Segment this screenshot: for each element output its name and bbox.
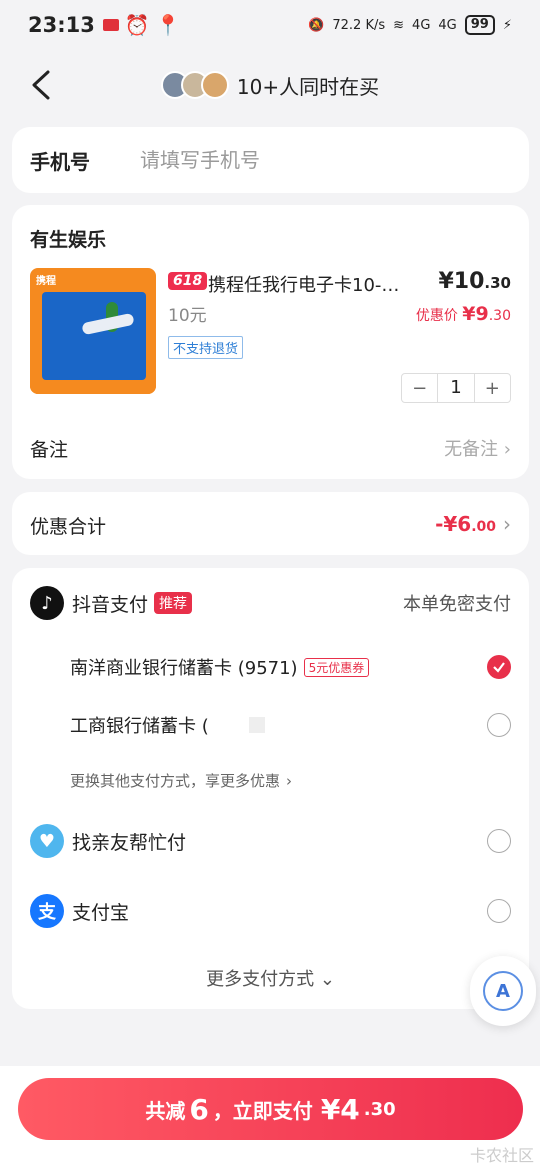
text-recognition-icon: A xyxy=(483,971,523,1011)
bank1-label: 南洋商业银行储蓄卡 (9571) xyxy=(70,658,298,679)
alipay-icon: 支 xyxy=(30,894,64,928)
heart-icon: ♥ xyxy=(30,824,64,858)
card-image xyxy=(42,292,146,380)
change-payment-link[interactable]: 更换其他支付方式，享更多优惠 › xyxy=(30,770,511,791)
radio-unselected[interactable] xyxy=(487,829,511,853)
douyin-pay-row[interactable]: ♪ 抖音支付 推荐 本单免密支付 xyxy=(30,586,511,620)
bank-card-nanyang[interactable]: 南洋商业银行储蓄卡 (9571) 5元优惠券 xyxy=(30,654,511,680)
chevron-right-icon: › xyxy=(503,439,511,460)
friend-pay-label: 找亲友帮忙付 xyxy=(72,831,187,854)
net-speed: 72.2 K/s xyxy=(332,17,386,33)
bottom-bar: 共减 6 ，立即支付 ¥4.30 卡农社区 xyxy=(0,1066,540,1170)
back-arrow-icon[interactable] xyxy=(28,68,58,102)
payment-methods-card: ♪ 抖音支付 推荐 本单免密支付 南洋商业银行储蓄卡 (9571) 5元优惠券 … xyxy=(12,568,529,1009)
increase-button[interactable]: + xyxy=(475,378,510,399)
remark-field[interactable]: 无备注 › xyxy=(444,435,511,461)
redacted-block xyxy=(248,717,265,733)
promo-618-tag: 618 xyxy=(168,272,208,290)
more-payment-methods[interactable]: 更多支付方式 ⌄ xyxy=(12,965,529,991)
buyer-avatars xyxy=(160,71,229,99)
radio-selected[interactable] xyxy=(487,655,511,679)
alipay-label: 支付宝 xyxy=(72,901,130,924)
signal-4g-1: 4G xyxy=(412,17,431,33)
thumb-logo: 携程 xyxy=(36,276,56,287)
alarm-icon: ⏰ xyxy=(124,13,150,37)
battery-icon: 99 xyxy=(464,15,495,35)
bank-card-icbc[interactable]: 工商银行储蓄卡 ( xyxy=(30,712,511,738)
pay-now-button[interactable]: 共减 6 ，立即支付 ¥4.30 xyxy=(18,1078,523,1140)
chevron-right-icon: › xyxy=(286,771,293,790)
product-spec: 10元 xyxy=(168,306,207,326)
product-title: 携程任我行电子卡10-… xyxy=(208,275,400,296)
phone-input[interactable] xyxy=(140,148,480,172)
remark-label: 备注 xyxy=(30,439,69,461)
phone-card: 手机号 xyxy=(12,127,529,193)
product-price: ¥10.30 xyxy=(438,269,511,294)
coupon-badge: 5元优惠券 xyxy=(303,657,370,677)
discount-label: 优惠合计 xyxy=(30,516,107,538)
phone-label: 手机号 xyxy=(30,149,90,174)
chevron-down-icon: ⌄ xyxy=(319,969,335,990)
check-icon xyxy=(493,662,505,673)
chevron-right-icon: › xyxy=(503,512,511,536)
page-title: 10+人同时在买 xyxy=(236,74,380,99)
douyin-pay-label: 抖音支付 xyxy=(72,593,149,616)
douyin-icon: ♪ xyxy=(30,586,64,620)
top-nav: 10+人同时在买 xyxy=(0,50,540,120)
password-free-note: 本单免密支付 xyxy=(403,594,511,615)
discount-price: 优惠价 ¥9.30 xyxy=(415,303,511,325)
no-return-badge: 不支持退货 xyxy=(168,336,244,359)
alipay-row[interactable]: 支 支付宝 xyxy=(30,894,511,928)
shop-name: 有生娱乐 xyxy=(30,229,107,251)
decrease-button[interactable]: − xyxy=(402,378,437,399)
charging-icon: ⚡ xyxy=(502,17,512,33)
quantity-stepper: − 1 + xyxy=(401,373,511,403)
location-icon: 📍 xyxy=(155,13,181,37)
watermark: 卡农社区 xyxy=(469,1146,534,1165)
discount-summary[interactable]: 优惠合计 -¥6.00 › xyxy=(12,492,529,555)
quantity-value[interactable]: 1 xyxy=(437,374,475,402)
bank2-label: 工商银行储蓄卡 ( xyxy=(70,716,209,737)
floating-scan-button[interactable]: A xyxy=(470,956,536,1026)
recommend-badge: 推荐 xyxy=(154,592,193,614)
order-card: 有生娱乐 携程 618 携程任我行电子卡10-… ¥10.30 10元 优惠价 … xyxy=(12,205,529,479)
status-time: 23:13 xyxy=(28,13,95,37)
radio-unselected[interactable] xyxy=(487,899,511,923)
discount-value: -¥6.00 › xyxy=(435,512,511,536)
product-thumbnail[interactable]: 携程 xyxy=(30,268,156,394)
radio-unselected[interactable] xyxy=(487,713,511,737)
wifi-icon: ≋ xyxy=(393,17,405,33)
notification-badge-icon xyxy=(102,19,119,31)
avatar xyxy=(200,71,229,99)
status-bar: 23:13 ⏰ 📍 🔕 72.2 K/s ≋ 4G 4G 99 ⚡ xyxy=(0,0,540,50)
signal-4g-2: 4G xyxy=(438,17,457,33)
mute-icon: 🔕 xyxy=(308,17,325,33)
friend-pay-row[interactable]: ♥ 找亲友帮忙付 xyxy=(30,824,511,858)
